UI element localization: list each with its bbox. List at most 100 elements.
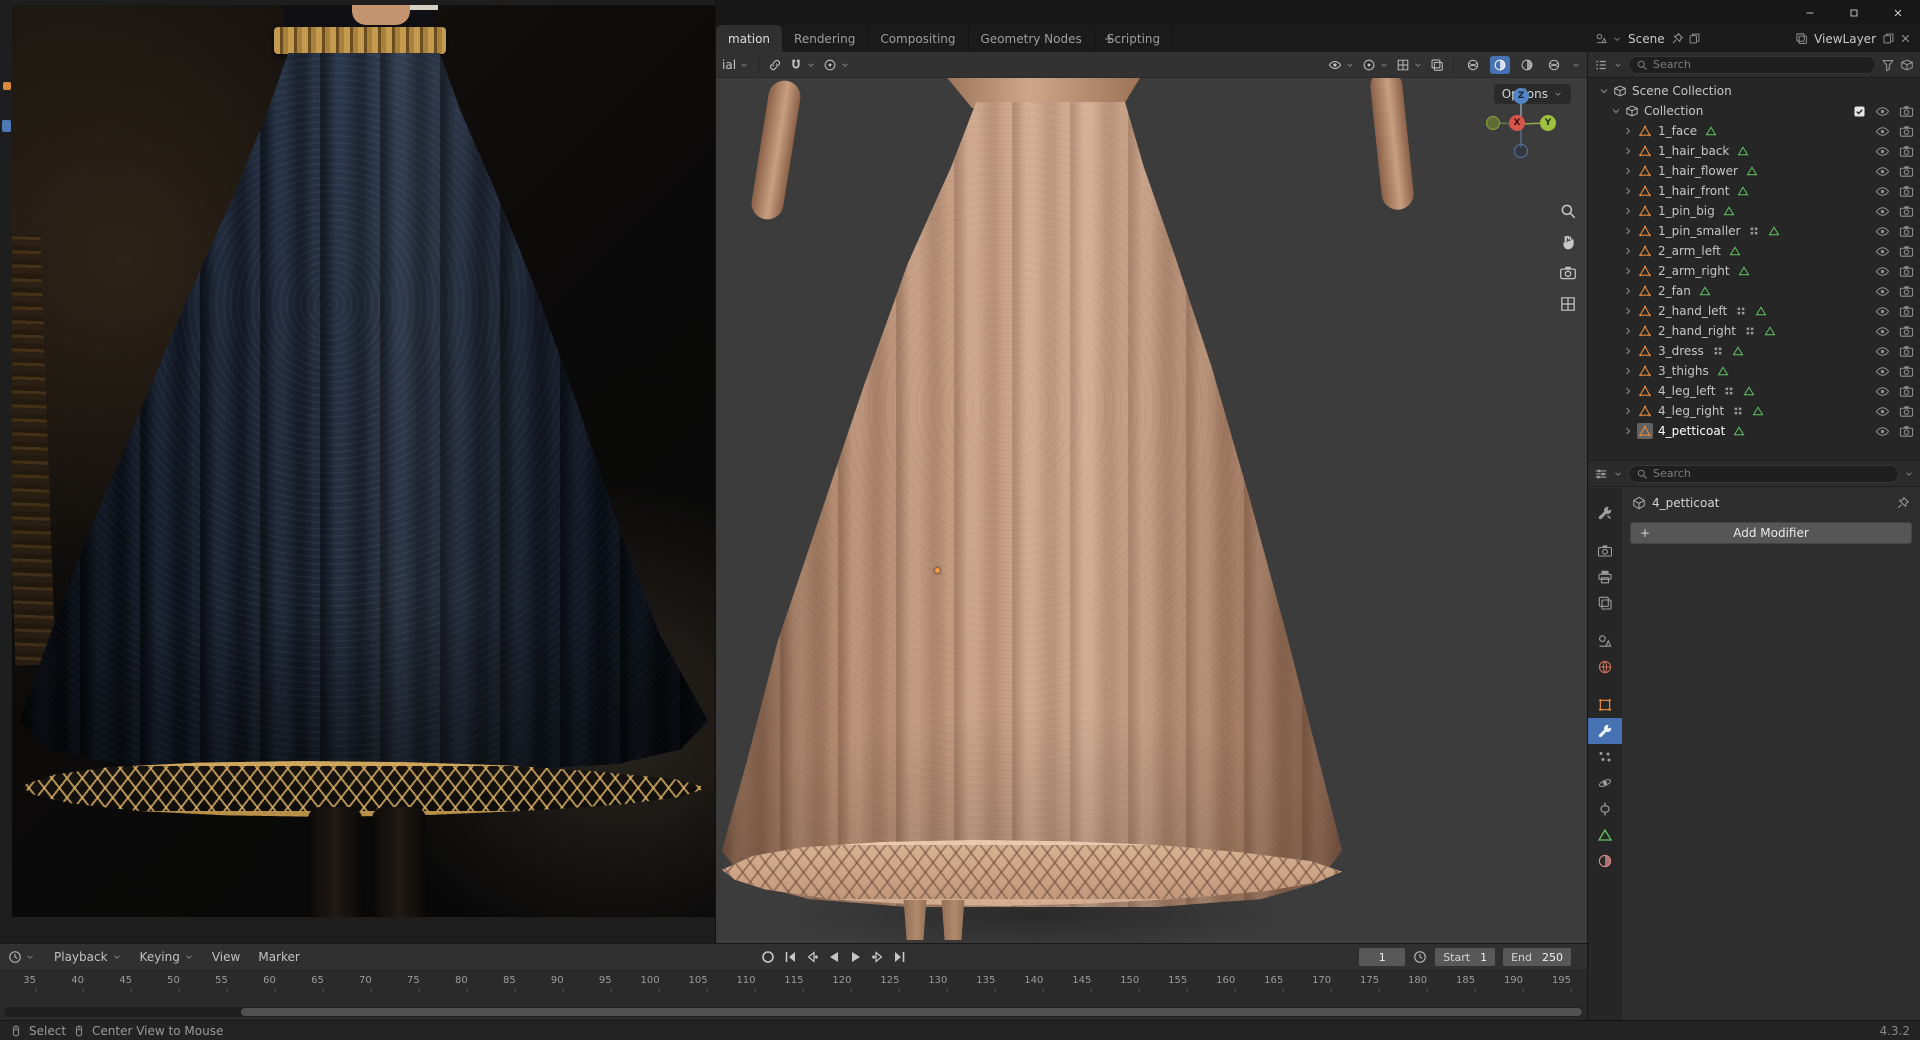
current-frame-field[interactable]: 1 (1359, 948, 1406, 966)
outliner-object-row[interactable]: 1_hair_front (1588, 181, 1920, 201)
tab-physics[interactable] (1588, 770, 1622, 796)
use-preview-range-clock-icon[interactable] (1413, 950, 1427, 964)
proportional-edit-control[interactable] (823, 58, 850, 72)
disable-render-camera-icon[interactable] (1899, 304, 1914, 319)
hide-eye-icon[interactable] (1875, 364, 1890, 379)
disable-render-camera-icon[interactable] (1899, 204, 1914, 219)
shading-dropdown-icon[interactable] (1571, 60, 1581, 70)
mode-dropdown[interactable]: ial (722, 58, 749, 72)
timeline-editor-selector[interactable] (8, 950, 35, 964)
gizmo-minus-z-axis[interactable] (1514, 144, 1528, 158)
collection-checkbox[interactable] (1853, 105, 1866, 118)
expand-chevron-icon[interactable] (1622, 145, 1634, 157)
hide-eye-icon[interactable] (1875, 144, 1890, 159)
jump-to-end-icon[interactable] (892, 949, 908, 965)
snap-control[interactable] (789, 58, 816, 72)
hide-eye-icon[interactable] (1875, 284, 1890, 299)
workspace-tab[interactable]: Geometry Nodes (969, 25, 1095, 52)
outliner-object-row[interactable]: 4_leg_left (1588, 381, 1920, 401)
chevron-down-icon[interactable] (1610, 105, 1622, 117)
disable-render-camera-icon[interactable] (1899, 164, 1914, 179)
overlays-control[interactable] (1396, 58, 1423, 72)
outliner-search[interactable] (1628, 55, 1876, 74)
workspace-tab[interactable]: Rendering (782, 25, 869, 52)
object-name[interactable]: 3_thighs (1658, 364, 1709, 378)
viewlayer-selector[interactable]: ViewLayer (1814, 32, 1876, 46)
transform-orientation-icon[interactable] (768, 58, 782, 72)
gizmo-x-axis[interactable]: X (1509, 115, 1525, 131)
image-editor-tool-active-icon[interactable] (2, 120, 11, 132)
disable-render-camera-icon[interactable] (1899, 124, 1914, 139)
tab-object-data[interactable] (1588, 822, 1622, 848)
disable-render-camera-icon[interactable] (1899, 224, 1914, 239)
disable-render-camera-icon[interactable] (1899, 184, 1914, 199)
tab-output[interactable] (1588, 564, 1622, 590)
view-object-types-control[interactable] (1328, 58, 1355, 72)
hide-eye-icon[interactable] (1875, 164, 1890, 179)
disable-render-camera-icon[interactable] (1899, 284, 1914, 299)
filter-dropdown-icon[interactable] (1904, 469, 1914, 479)
outliner-object-row[interactable]: 1_face (1588, 121, 1920, 141)
previous-keyframe-icon[interactable] (804, 949, 820, 965)
disable-render-camera-icon[interactable] (1899, 324, 1914, 339)
disable-render-camera-icon[interactable] (1899, 404, 1914, 419)
new-scene-icon[interactable] (1688, 32, 1701, 45)
tab-material[interactable] (1588, 848, 1622, 874)
outliner-object-row[interactable]: 1_hair_flower (1588, 161, 1920, 181)
tab-render[interactable] (1588, 538, 1622, 564)
play-icon[interactable] (848, 949, 864, 965)
tab-world[interactable] (1588, 654, 1622, 680)
hide-eye-icon[interactable] (1875, 404, 1890, 419)
properties-search-input[interactable] (1653, 467, 1891, 480)
tab-modifiers[interactable] (1588, 718, 1622, 744)
chevron-down-icon[interactable] (1613, 469, 1623, 479)
scene-selector[interactable]: Scene (1628, 32, 1665, 46)
expand-chevron-icon[interactable] (1622, 385, 1634, 397)
hide-eye-icon[interactable] (1875, 304, 1890, 319)
expand-chevron-icon[interactable] (1622, 165, 1634, 177)
timeline-ruler[interactable]: 35 40 45 50 55 60 65 70 75 80 85 90 95 1… (0, 971, 1587, 997)
move-view-hand-icon[interactable] (1559, 233, 1577, 251)
expand-chevron-icon[interactable] (1622, 265, 1634, 277)
expand-chevron-icon[interactable] (1622, 325, 1634, 337)
expand-chevron-icon[interactable] (1622, 185, 1634, 197)
hide-eye-icon[interactable] (1875, 344, 1890, 359)
outliner-object-row[interactable]: 2_fan (1588, 281, 1920, 301)
object-name[interactable]: 4_leg_right (1658, 404, 1724, 418)
disable-render-camera-icon[interactable] (1899, 244, 1914, 259)
expand-chevron-icon[interactable] (1622, 405, 1634, 417)
tab-object[interactable] (1588, 692, 1622, 718)
model-arm-left[interactable] (749, 78, 803, 222)
object-name[interactable]: 1_hair_back (1658, 144, 1729, 158)
object-name[interactable]: 2_fan (1658, 284, 1691, 298)
expand-chevron-icon[interactable] (1622, 205, 1634, 217)
new-collection-icon[interactable] (1900, 58, 1914, 72)
timeline-menu[interactable]: View (203, 950, 249, 964)
gizmos-control[interactable] (1362, 58, 1389, 72)
hide-eye-icon[interactable] (1875, 324, 1890, 339)
scene-collection-row[interactable]: Scene Collection (1588, 81, 1920, 101)
expand-chevron-icon[interactable] (1622, 285, 1634, 297)
hide-eye-icon[interactable] (1875, 244, 1890, 259)
next-keyframe-icon[interactable] (870, 949, 886, 965)
minimize-button[interactable] (1788, 0, 1832, 25)
outliner-object-row[interactable]: 1_pin_big (1588, 201, 1920, 221)
expand-chevron-icon[interactable] (1622, 225, 1634, 237)
object-name[interactable]: 1_pin_smaller (1658, 224, 1740, 238)
disable-render-camera-icon[interactable] (1899, 384, 1914, 399)
outliner-editor-icon[interactable] (1594, 58, 1608, 72)
end-frame-field[interactable]: End 250 (1503, 948, 1571, 966)
pin-icon[interactable] (1896, 496, 1910, 510)
properties-editor-icon[interactable] (1594, 467, 1608, 481)
zoom-icon[interactable] (1559, 202, 1577, 220)
hide-eye-icon[interactable] (1875, 384, 1890, 399)
disable-render-camera-icon[interactable] (1899, 264, 1914, 279)
shading-rendered-button[interactable] (1544, 56, 1564, 74)
object-name[interactable]: 2_hand_left (1658, 304, 1727, 318)
camera-view-icon[interactable] (1559, 264, 1577, 282)
gizmo-minus-y-axis[interactable] (1486, 116, 1500, 130)
workspace-tab[interactable]: mation (716, 25, 783, 52)
outliner-object-row[interactable]: 3_dress (1588, 341, 1920, 361)
tab-scene[interactable] (1588, 628, 1622, 654)
xray-toggle-icon[interactable] (1430, 58, 1444, 72)
